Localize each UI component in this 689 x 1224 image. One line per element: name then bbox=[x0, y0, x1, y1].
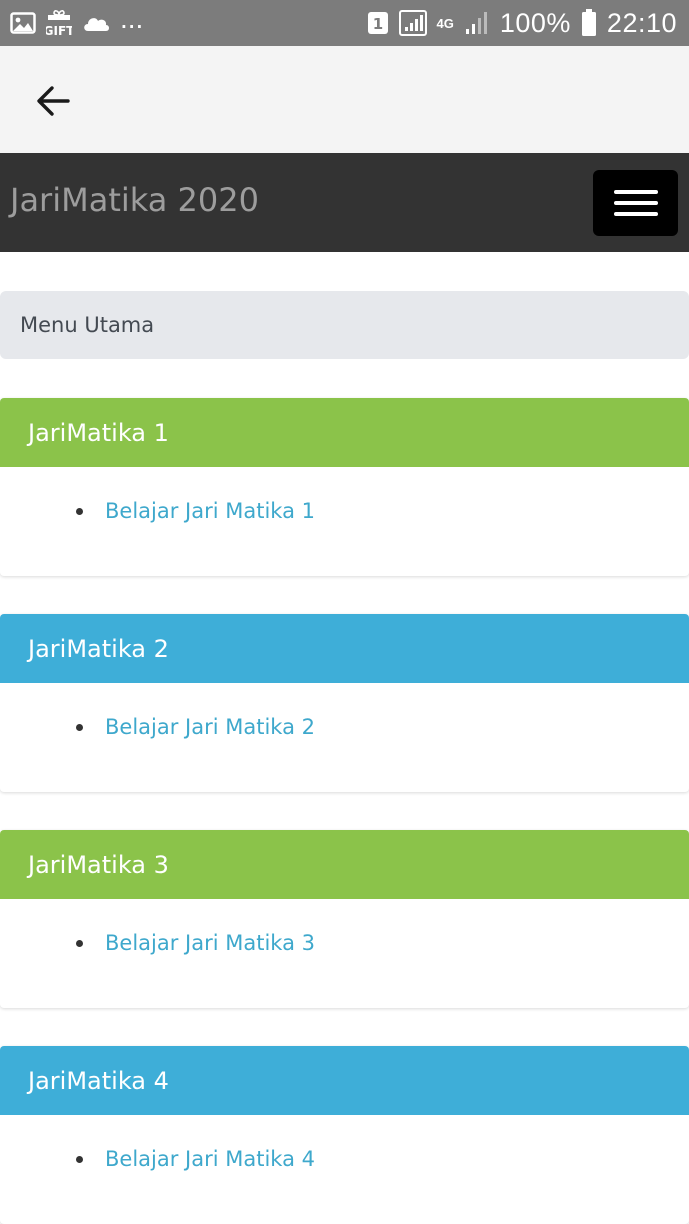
svg-text:1: 1 bbox=[372, 15, 382, 33]
clock: 22:10 bbox=[606, 7, 677, 38]
link-list: Belajar Jari Matika 1 bbox=[76, 499, 315, 523]
link-belajar-jari-matika-4[interactable]: Belajar Jari Matika 4 bbox=[105, 1147, 315, 1171]
link-list: Belajar Jari Matika 3 bbox=[76, 931, 315, 955]
panel-title: JariMatika 2 bbox=[28, 634, 169, 663]
breadcrumb-label: Menu Utama bbox=[20, 313, 155, 337]
status-bar-left: GIFT ... bbox=[10, 5, 143, 37]
arrow-left-icon bbox=[37, 86, 70, 116]
list-item: Belajar Jari Matika 1 bbox=[76, 499, 315, 523]
cloud-icon bbox=[82, 13, 110, 33]
list-item: Belajar Jari Matika 3 bbox=[76, 931, 315, 955]
signal-box-icon bbox=[398, 10, 427, 36]
back-button[interactable] bbox=[30, 78, 76, 124]
link-belajar-jari-matika-1[interactable]: Belajar Jari Matika 1 bbox=[105, 499, 315, 523]
svg-text:GIFT: GIFT bbox=[46, 24, 72, 37]
panel-body: Belajar Jari Matika 2 bbox=[0, 683, 689, 792]
panel-jarimatika-3: JariMatika 3 Belajar Jari Matika 3 bbox=[0, 830, 689, 1008]
panel-title: JariMatika 1 bbox=[28, 418, 169, 447]
panel-heading: JariMatika 2 bbox=[0, 614, 689, 683]
hamburger-menu-icon bbox=[613, 201, 658, 205]
battery-icon bbox=[581, 9, 597, 37]
panel-body: Belajar Jari Matika 4 bbox=[0, 1115, 689, 1224]
menu-toggle-button[interactable] bbox=[593, 170, 678, 236]
link-belajar-jari-matika-3[interactable]: Belajar Jari Matika 3 bbox=[105, 931, 315, 955]
panel-heading: JariMatika 4 bbox=[0, 1046, 689, 1115]
bullet-icon bbox=[76, 939, 83, 947]
breadcrumb: Menu Utama bbox=[0, 291, 689, 359]
bullet-icon bbox=[76, 1155, 83, 1163]
link-list: Belajar Jari Matika 2 bbox=[76, 715, 315, 739]
bullet-icon bbox=[76, 723, 83, 731]
panel-heading: JariMatika 3 bbox=[0, 830, 689, 899]
navbar: JariMatika 2020 bbox=[0, 153, 689, 252]
panel-jarimatika-1: JariMatika 1 Belajar Jari Matika 1 bbox=[0, 398, 689, 576]
panel-heading: JariMatika 1 bbox=[0, 398, 689, 467]
navbar-brand[interactable]: JariMatika 2020 bbox=[10, 181, 259, 219]
status-bar-right: 1 4G 100% 22:10 bbox=[367, 8, 677, 39]
app-bar bbox=[0, 46, 689, 153]
signal-strength-icon bbox=[464, 11, 490, 35]
gift-icon: GIFT bbox=[46, 9, 72, 37]
hamburger-menu-icon bbox=[613, 190, 658, 194]
list-item: Belajar Jari Matika 2 bbox=[76, 715, 315, 739]
panel-body: Belajar Jari Matika 3 bbox=[0, 899, 689, 1008]
panel-title: JariMatika 4 bbox=[28, 1066, 169, 1095]
status-bar: GIFT ... 1 4G 100% 22:10 bbox=[0, 0, 689, 46]
panel-jarimatika-2: JariMatika 2 Belajar Jari Matika 2 bbox=[0, 614, 689, 792]
panel-body: Belajar Jari Matika 1 bbox=[0, 467, 689, 576]
panel-jarimatika-4: JariMatika 4 Belajar Jari Matika 4 bbox=[0, 1046, 689, 1224]
link-list: Belajar Jari Matika 4 bbox=[76, 1147, 315, 1171]
list-item: Belajar Jari Matika 4 bbox=[76, 1147, 315, 1171]
network-type-label: 4G bbox=[436, 15, 454, 31]
sim-badge: 1 bbox=[367, 11, 389, 35]
more-notifications-indicator: ... bbox=[120, 3, 144, 34]
network-type-text: 4G bbox=[436, 15, 454, 31]
battery-percent: 100% bbox=[499, 7, 571, 38]
bullet-icon bbox=[76, 507, 83, 515]
link-belajar-jari-matika-2[interactable]: Belajar Jari Matika 2 bbox=[105, 715, 315, 739]
image-icon bbox=[10, 11, 36, 35]
panel-title: JariMatika 3 bbox=[28, 850, 169, 879]
hamburger-menu-icon bbox=[613, 212, 658, 216]
